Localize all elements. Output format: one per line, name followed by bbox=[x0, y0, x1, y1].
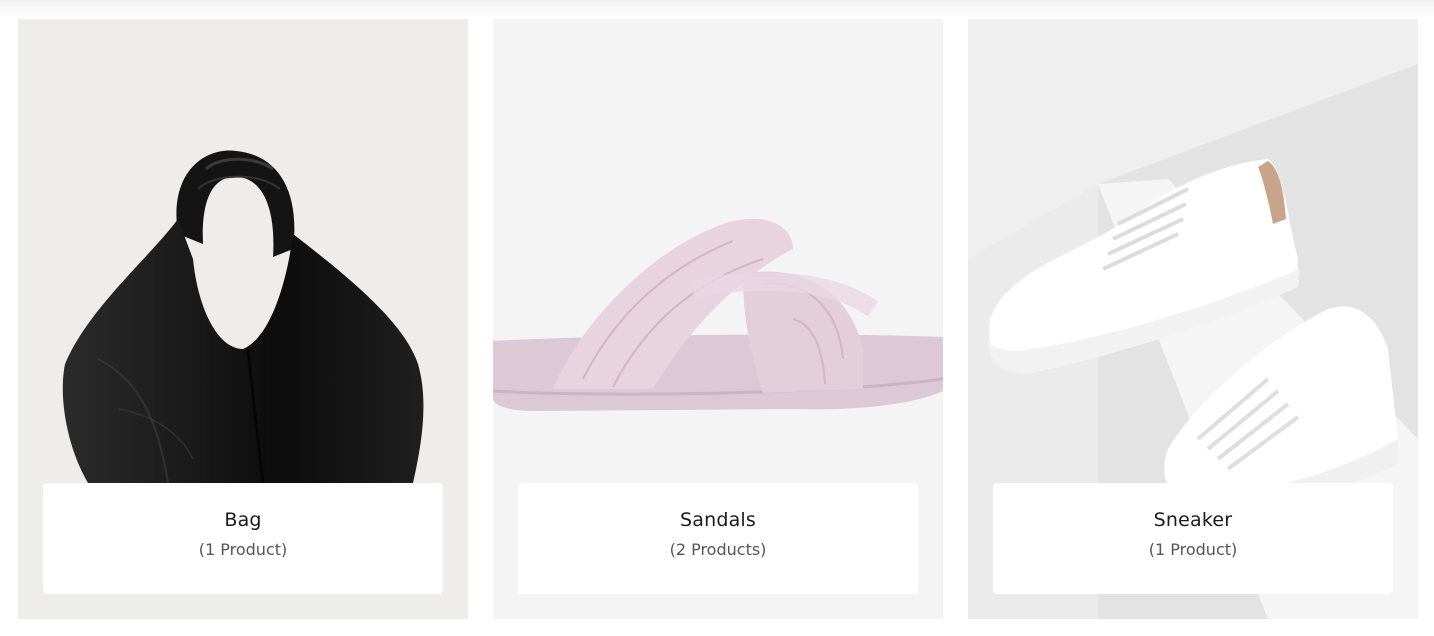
category-card-bag[interactable]: Bag (1 Product) bbox=[18, 19, 468, 619]
top-divider bbox=[0, 0, 1434, 18]
product-count: (2 Products) bbox=[669, 540, 767, 559]
category-label-box: Sandals (2 Products) bbox=[518, 483, 918, 594]
product-count: (1 Product) bbox=[1148, 540, 1238, 559]
category-title[interactable]: Bag bbox=[43, 509, 443, 531]
category-grid: Bag (1 Product) Sandals (2 Products) Sne… bbox=[18, 19, 1418, 619]
category-card-sneaker[interactable]: Sneaker (1 Product) bbox=[968, 19, 1418, 619]
category-label-box: Bag (1 Product) bbox=[43, 483, 443, 594]
category-title[interactable]: Sandals bbox=[518, 509, 918, 531]
product-count: (1 Product) bbox=[198, 540, 288, 559]
category-label-box: Sneaker (1 Product) bbox=[993, 483, 1393, 594]
category-card-sandals[interactable]: Sandals (2 Products) bbox=[493, 19, 943, 619]
category-title[interactable]: Sneaker bbox=[993, 509, 1393, 531]
